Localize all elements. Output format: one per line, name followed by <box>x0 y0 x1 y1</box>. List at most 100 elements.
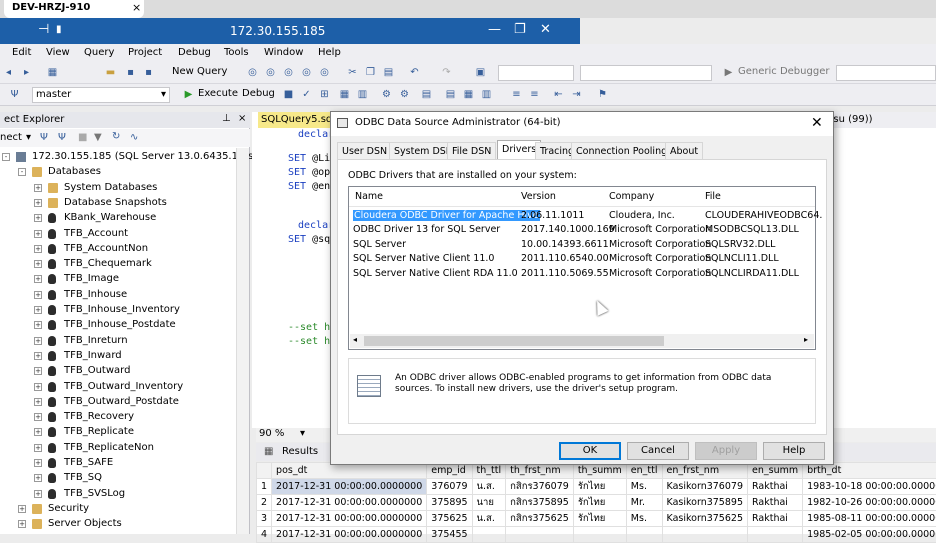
table-row[interactable]: 32017-12-31 00:00:00.0000000375625น.ส.กส… <box>257 511 936 527</box>
parse-icon[interactable]: ✓ <box>300 88 313 101</box>
solution-platform-combo[interactable] <box>580 65 712 81</box>
results-grid-icon[interactable]: ▦ <box>338 88 351 101</box>
table-cell[interactable] <box>662 527 747 543</box>
menu-window[interactable]: Window <box>264 47 303 58</box>
save-icon[interactable]: ▪ <box>124 66 137 79</box>
connect-button[interactable]: nect <box>0 132 22 143</box>
table-cell[interactable]: 376079 <box>427 479 472 495</box>
pin-icon[interactable]: ⊣ <box>38 22 49 37</box>
close-remote-icon[interactable]: ✕ <box>540 22 551 37</box>
zoom-level[interactable]: 90 % <box>259 428 284 439</box>
table-cell[interactable]: Kasikorn375895 <box>662 495 747 511</box>
execute-icon[interactable]: ▶ <box>182 88 195 101</box>
table-cell[interactable]: 2017-12-31 00:00:00.0000000 <box>272 527 427 543</box>
menu-project[interactable]: Project <box>128 47 162 58</box>
new-query-button[interactable]: New Query <box>172 66 227 77</box>
apply-button[interactable]: Apply <box>695 442 757 460</box>
dialog-tab[interactable]: About <box>665 142 703 160</box>
save-all-icon[interactable]: ▪ <box>142 66 155 79</box>
expand-icon[interactable]: + <box>34 184 42 192</box>
horizontal-scrollbar[interactable]: ◂ ▸ <box>350 334 814 348</box>
expand-icon[interactable]: + <box>18 505 26 513</box>
dialog-tab[interactable]: Connection Pooling <box>571 142 672 160</box>
expand-icon[interactable]: + <box>18 520 26 528</box>
expand-icon[interactable]: + <box>34 398 42 406</box>
scroll-thumb[interactable] <box>364 336 664 346</box>
expand-icon[interactable]: + <box>34 199 42 207</box>
expand-icon[interactable]: + <box>34 352 42 360</box>
cut-icon[interactable]: ✂ <box>346 66 359 79</box>
table-cell[interactable]: 375625 <box>427 511 472 527</box>
scroll-right-icon[interactable]: ▸ <box>804 335 808 344</box>
close-panel-icon[interactable]: × <box>238 113 246 124</box>
table-cell[interactable]: Mr. <box>626 495 662 511</box>
specify-values-icon[interactable]: ⚑ <box>596 88 609 101</box>
expand-icon[interactable]: + <box>34 490 42 498</box>
dialog-close-icon[interactable]: ✕ <box>811 115 823 131</box>
expand-icon[interactable]: + <box>34 459 42 467</box>
tab-results[interactable]: Results <box>282 446 318 457</box>
collapse-icon[interactable]: - <box>18 168 26 176</box>
expand-icon[interactable]: + <box>34 474 42 482</box>
drivers-list[interactable]: Name Version Company File Cloudera ODBC … <box>348 186 816 350</box>
minimize-icon[interactable]: — <box>488 22 501 37</box>
table-cell[interactable]: Kasikorn376079 <box>662 479 747 495</box>
copy-icon[interactable]: ❐ <box>364 66 377 79</box>
table-cell[interactable]: 375455 <box>427 527 472 543</box>
query-options-icon[interactable]: ⚙ <box>398 88 411 101</box>
table-cell[interactable]: นาย <box>472 495 506 511</box>
expand-icon[interactable]: + <box>34 214 42 222</box>
debug-button[interactable]: Debug <box>242 88 275 99</box>
collapse-icon[interactable]: - <box>2 153 10 161</box>
redo-icon[interactable]: ↷ <box>440 66 453 79</box>
table-cell[interactable]: รักไทย <box>573 479 626 495</box>
table-cell[interactable]: 1985-02-05 00:00:00.0000000 <box>803 527 936 543</box>
table-row[interactable]: 12017-12-31 00:00:00.0000000376079น.ส.กส… <box>257 479 936 495</box>
table-cell[interactable]: 4 <box>257 527 272 543</box>
new-project-icon[interactable]: ▦ <box>46 66 59 79</box>
expand-icon[interactable]: + <box>34 413 42 421</box>
tab-sqlquery5[interactable]: SQLQuery5.sql <box>258 112 330 128</box>
menu-debug[interactable]: Debug <box>178 47 211 58</box>
disconnect-icon[interactable]: Ψ <box>58 132 66 143</box>
filter-icon[interactable]: ▼ <box>94 132 102 143</box>
column-header[interactable] <box>257 463 272 479</box>
column-name[interactable]: Name <box>355 191 383 202</box>
comment-icon[interactable]: ≡ <box>510 88 523 101</box>
open-file-icon[interactable]: ▬ <box>104 66 117 79</box>
plan-icon[interactable]: ⊞ <box>318 88 331 101</box>
menu-view[interactable]: View <box>46 47 70 58</box>
database-select[interactable]: master ▾ <box>32 87 170 103</box>
expand-icon[interactable]: + <box>34 428 42 436</box>
query-icon[interactable]: ◎ <box>246 66 259 79</box>
list-item[interactable]: ODBC Driver 13 for SQL Server2017.140.10… <box>353 223 813 237</box>
results-to-grid-icon[interactable]: ▦ <box>462 88 475 101</box>
results-file-icon[interactable]: ▥ <box>356 88 369 101</box>
table-cell[interactable]: 1982-10-26 00:00:00.0000000 <box>803 495 936 511</box>
results-to-file-icon[interactable]: ▥ <box>480 88 493 101</box>
query-dmx-icon[interactable]: ◎ <box>282 66 295 79</box>
restore-icon[interactable]: ❐ <box>514 22 526 37</box>
connect-icon[interactable]: Ψ <box>40 132 48 143</box>
find-combo[interactable] <box>836 65 936 81</box>
uncomment-icon[interactable]: ≡ <box>528 88 541 101</box>
dialog-tab[interactable]: User DSN <box>337 142 392 160</box>
browser-tab[interactable]: DEV-HRZJ-910 <box>4 0 144 18</box>
table-cell[interactable]: 2017-12-31 00:00:00.0000000 <box>272 479 427 495</box>
table-cell[interactable]: กสิกร376079 <box>506 479 574 495</box>
pin-panel-icon[interactable]: ⊥ <box>222 113 231 124</box>
close-icon[interactable]: × <box>132 1 141 14</box>
expand-icon[interactable]: + <box>34 260 42 268</box>
table-cell[interactable] <box>472 527 506 543</box>
undo-icon[interactable]: ↶ <box>408 66 421 79</box>
table-row[interactable]: 42017-12-31 00:00:00.0000000375455 1985-0… <box>257 527 936 543</box>
paste-icon[interactable]: ▤ <box>382 66 395 79</box>
expand-icon[interactable]: + <box>34 291 42 299</box>
forward-icon[interactable]: ▸ <box>20 66 33 79</box>
intellisense-icon[interactable]: ⚙ <box>380 88 393 101</box>
table-cell[interactable]: น.ส. <box>472 511 506 527</box>
table-cell[interactable]: Ms. <box>626 511 662 527</box>
expand-icon[interactable]: + <box>34 337 42 345</box>
table-cell[interactable]: กสิกร375895 <box>506 495 574 511</box>
table-row[interactable]: 22017-12-31 00:00:00.0000000375895นายกสิ… <box>257 495 936 511</box>
